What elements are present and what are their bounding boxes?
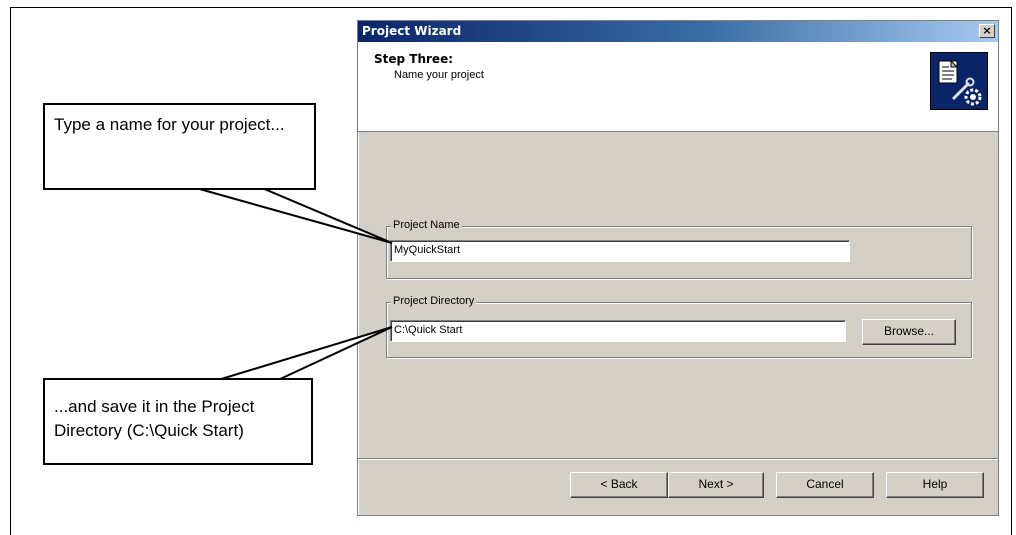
browse-button[interactable]: Browse... <box>862 319 956 345</box>
wizard-header: Step Three: Name your project <box>358 42 998 132</box>
wizard-document-gear-icon <box>930 52 988 110</box>
dialog-title: Project Wizard <box>362 24 462 38</box>
close-button[interactable]: × <box>979 24 995 38</box>
directory-callout-text: ...and save it in the Project Directory … <box>54 397 255 440</box>
name-callout: Type a name for your project... <box>43 103 316 190</box>
project-name-input[interactable]: MyQuickStart <box>390 240 850 262</box>
project-name-group: Project Name MyQuickStart <box>386 219 972 279</box>
cancel-button[interactable]: Cancel <box>776 472 874 498</box>
directory-callout: ...and save it in the Project Directory … <box>43 378 313 465</box>
project-wizard-dialog: Project Wizard × Step Three: Name your p… <box>357 20 999 516</box>
name-callout-text: Type a name for your project... <box>54 115 285 134</box>
title-bar[interactable]: Project Wizard × <box>358 21 998 42</box>
step-title: Step Three: <box>374 52 454 66</box>
project-directory-label: Project Directory <box>391 295 477 307</box>
footer-separator <box>358 458 998 460</box>
help-button[interactable]: Help <box>886 472 984 498</box>
project-name-label: Project Name <box>391 219 462 231</box>
next-button[interactable]: Next > <box>668 472 764 498</box>
close-icon: × <box>982 24 992 37</box>
back-button[interactable]: < Back <box>570 472 668 498</box>
project-directory-input[interactable]: C:\Quick Start <box>390 320 846 342</box>
project-directory-group: Project Directory C:\Quick Start Browse.… <box>386 295 972 358</box>
step-subtitle: Name your project <box>394 69 484 81</box>
